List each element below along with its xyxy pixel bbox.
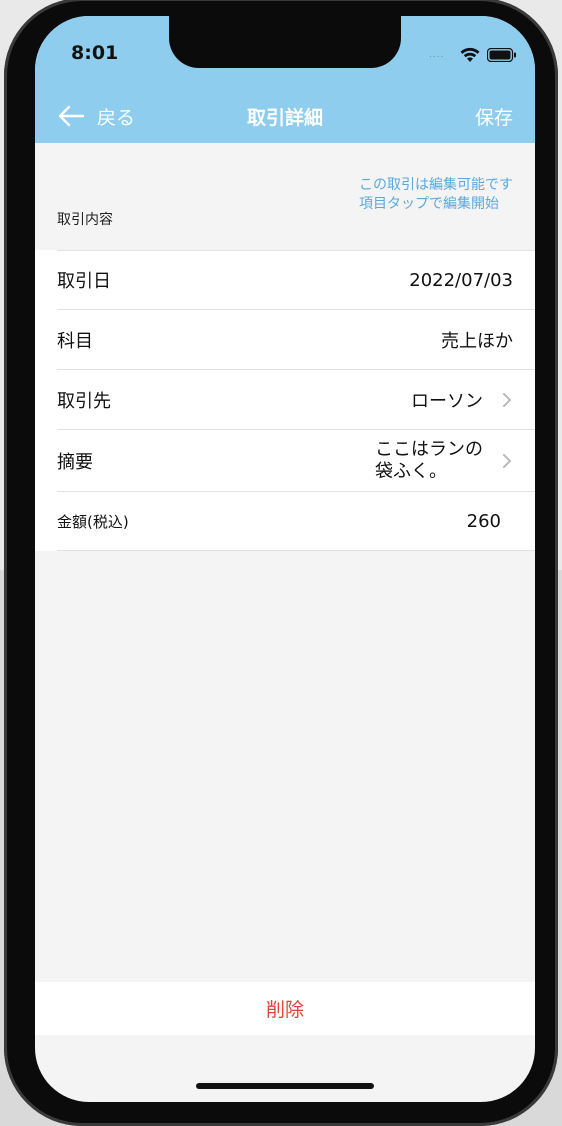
row-date[interactable]: 取引日 2022/07/03: [35, 250, 535, 310]
section-header: 取引内容: [57, 212, 113, 228]
edit-hint-line2: 項目タップで編集開始: [359, 196, 499, 212]
row-label: 取引先: [57, 391, 111, 412]
delete-bar: 削除: [35, 982, 535, 1035]
battery-icon: [487, 48, 516, 62]
row-amount[interactable]: 金額(税込) 260: [35, 492, 535, 551]
edit-hint-line1: この取引は編集可能です: [359, 177, 513, 193]
notch: [169, 16, 401, 68]
transaction-list: 取引日 2022/07/03 科目 売上ほか 取引先 ローソン 摘要 ここはラン…: [35, 250, 535, 551]
row-label: 摘要: [57, 452, 93, 473]
row-value: ローソン: [411, 391, 483, 412]
row-value: 260: [466, 511, 501, 532]
status-time: 8:01: [71, 42, 119, 64]
row-label: 科目: [57, 331, 93, 352]
row-memo[interactable]: 摘要 ここはランの 袋ふく。: [35, 430, 535, 492]
divider: [57, 550, 535, 551]
chevron-right-icon: [503, 454, 511, 468]
row-value: ここはランの 袋ふく。: [375, 430, 483, 492]
nav-header: 8:01 .... 戻る 取引詳細 保存: [35, 16, 535, 143]
phone-frame: 8:01 .... 戻る 取引詳細 保存 この取引は編集可能です 項目タップで編…: [4, 0, 558, 1126]
memo-line1: ここはランの: [375, 439, 483, 460]
chevron-right-icon: [503, 393, 511, 407]
edit-hint: この取引は編集可能です 項目タップで編集開始: [359, 176, 513, 214]
delete-button[interactable]: 削除: [266, 995, 304, 1022]
row-label: 取引日: [57, 271, 111, 292]
row-partner[interactable]: 取引先 ローソン: [35, 370, 535, 430]
home-indicator[interactable]: [196, 1083, 374, 1089]
memo-line2: 袋ふく。: [375, 461, 447, 482]
page-title: 取引詳細: [246, 107, 323, 129]
row-value: 売上ほか: [441, 331, 513, 352]
save-button[interactable]: 保存: [475, 103, 513, 130]
row-value: 2022/07/03: [409, 269, 513, 291]
signal-icon: ....: [429, 50, 445, 60]
row-category[interactable]: 科目 売上ほか: [35, 310, 535, 370]
wifi-icon: [460, 47, 480, 62]
row-label: 金額(税込): [57, 513, 129, 531]
screen: 8:01 .... 戻る 取引詳細 保存 この取引は編集可能です 項目タップで編…: [35, 16, 535, 1102]
